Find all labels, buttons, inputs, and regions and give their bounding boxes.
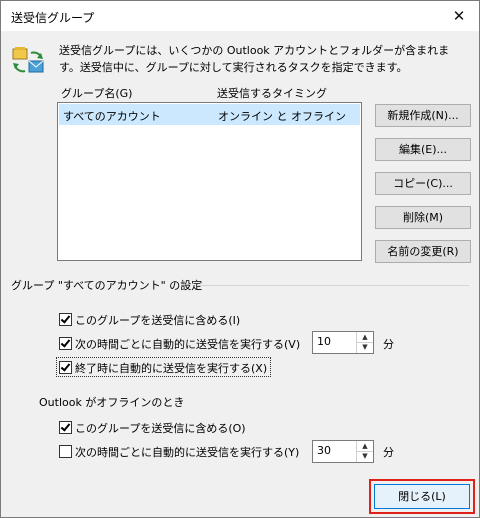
- list-item-timing: オンライン と オフライン: [218, 110, 346, 123]
- online-exit-label[interactable]: 終了時に自動的に送受信を実行する(X): [75, 360, 267, 376]
- offline-interval-value: 30: [317, 444, 331, 457]
- online-include-label[interactable]: このグループを送受信に含める(I): [75, 312, 240, 328]
- offline-heading: Outlook がオフラインのとき: [39, 396, 185, 409]
- online-interval-stepper[interactable]: 10 ▲ ▼: [312, 331, 374, 354]
- online-exit-checkbox[interactable]: [59, 361, 72, 374]
- close-icon[interactable]: ✕: [439, 1, 479, 31]
- dialog-title: 送受信グループ: [11, 11, 95, 25]
- online-interval-value: 10: [317, 335, 331, 348]
- new-button[interactable]: 新規作成(N)...: [375, 104, 471, 127]
- settings-group-heading: グループ "すべてのアカウント" の設定: [11, 279, 203, 292]
- delete-button[interactable]: 削除(M): [375, 206, 471, 229]
- rename-button[interactable]: 名前の変更(R): [375, 240, 471, 263]
- spin-down-icon[interactable]: ▼: [357, 451, 373, 461]
- group-list[interactable]: すべてのアカウント オンライン と オフライン: [57, 102, 362, 261]
- offline-include-checkbox[interactable]: [59, 421, 72, 434]
- spin-arrows: ▲ ▼: [356, 332, 373, 353]
- title-bar: 送受信グループ ✕: [1, 1, 479, 31]
- column-header-group-name[interactable]: グループ名(G): [61, 85, 132, 101]
- offline-auto-label[interactable]: 次の時間ごとに自動的に送受信を実行する(Y): [75, 444, 299, 460]
- list-item-name: すべてのアカウント: [63, 110, 161, 123]
- group-divider: [197, 285, 469, 286]
- edit-button[interactable]: 編集(E)...: [375, 138, 471, 161]
- description-text: 送受信グループには、いくつかの Outlook アカウントとフォルダーが含まれま…: [59, 44, 450, 74]
- spin-arrows: ▲ ▼: [356, 441, 373, 462]
- column-header-timing[interactable]: 送受信するタイミング: [217, 85, 327, 101]
- list-item[interactable]: すべてのアカウント オンライン と オフライン: [59, 104, 360, 125]
- offline-include-label[interactable]: このグループを送受信に含める(O): [75, 420, 246, 436]
- online-interval-unit: 分: [383, 338, 394, 351]
- online-auto-label[interactable]: 次の時間ごとに自動的に送受信を実行する(V): [75, 336, 300, 352]
- offline-interval-unit: 分: [383, 446, 394, 459]
- online-include-checkbox[interactable]: [59, 313, 72, 326]
- send-receive-icon: [12, 47, 44, 73]
- close-button[interactable]: 閉じる(L): [369, 479, 475, 514]
- online-auto-checkbox[interactable]: [59, 337, 72, 350]
- copy-button[interactable]: コピー(C)...: [375, 172, 471, 195]
- send-receive-groups-dialog: 送受信グループ ✕ 送受信グループには、いくつかの Outlook アカウントと…: [0, 0, 480, 518]
- offline-interval-stepper[interactable]: 30 ▲ ▼: [312, 440, 374, 463]
- offline-auto-checkbox[interactable]: [59, 445, 72, 458]
- spin-down-icon[interactable]: ▼: [357, 342, 373, 352]
